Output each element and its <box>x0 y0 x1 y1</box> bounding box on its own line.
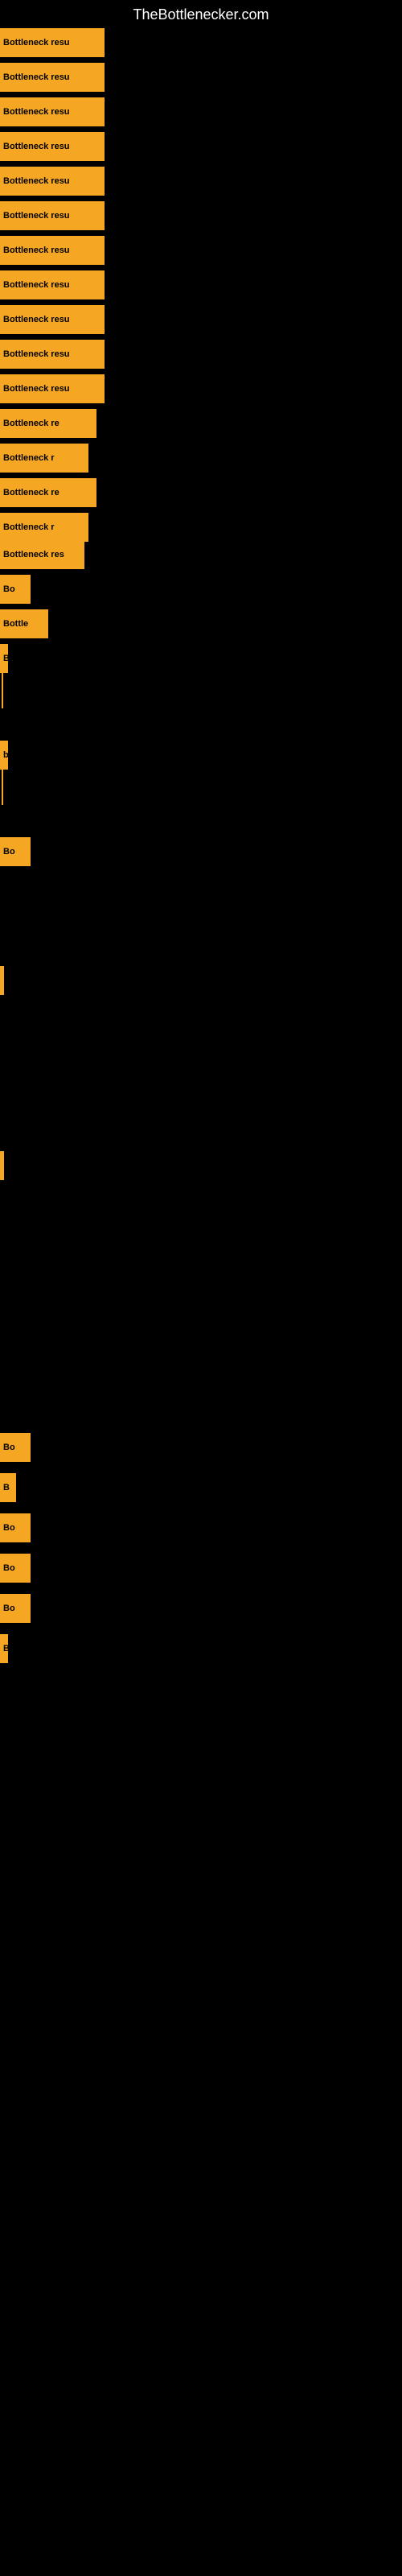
bottleneck-label: Bottleneck res <box>3 550 64 559</box>
bottleneck-label: Bottleneck re <box>3 488 59 497</box>
bottleneck-bar: Bottle <box>0 609 48 638</box>
bottleneck-label: Bottleneck resu <box>3 72 70 82</box>
bottleneck-label: Bottleneck resu <box>3 384 70 394</box>
bottleneck-label: Bo <box>3 1443 15 1452</box>
bottleneck-label: Bo <box>3 1563 15 1573</box>
bottleneck-bar: Bottleneck resu <box>0 340 105 369</box>
bottleneck-label: Bottleneck r <box>3 522 55 532</box>
bottleneck-label: Bottleneck resu <box>3 142 70 151</box>
bottleneck-bar: Bottleneck resu <box>0 305 105 334</box>
vertical-line <box>2 966 3 990</box>
bottleneck-label: b <box>3 750 8 760</box>
bottleneck-bar: Bo <box>0 1554 31 1583</box>
bottleneck-bar: Bottleneck r <box>0 513 88 542</box>
bottleneck-bar: Bottleneck r <box>0 444 88 473</box>
bottleneck-label: B <box>3 1644 8 1653</box>
bottleneck-bar: Bo <box>0 837 31 866</box>
bottleneck-label: Bottleneck resu <box>3 349 70 359</box>
bottleneck-label: Bottleneck resu <box>3 38 70 47</box>
vertical-line <box>2 741 3 805</box>
bottleneck-bar: B <box>0 1473 16 1502</box>
bottleneck-bar: Bottleneck resu <box>0 270 105 299</box>
bottleneck-label: Bottleneck r <box>3 453 55 463</box>
bottleneck-label: B <box>3 1483 10 1492</box>
vertical-line <box>2 1151 3 1175</box>
bottleneck-label: Bottleneck resu <box>3 315 70 324</box>
bottleneck-label: Bo <box>3 1523 15 1533</box>
bottleneck-bar: Bottleneck resu <box>0 374 105 403</box>
bottleneck-bar: Bottleneck resu <box>0 28 105 57</box>
bottleneck-label: Bottleneck resu <box>3 280 70 290</box>
vertical-line <box>2 644 3 708</box>
site-title: TheBottlenecker.com <box>0 0 402 30</box>
bottleneck-bar: Bo <box>0 575 31 604</box>
bottleneck-bar: Bo <box>0 1513 31 1542</box>
bottleneck-bar: Bottleneck resu <box>0 132 105 161</box>
bottleneck-label: Bo <box>3 847 15 857</box>
bottleneck-bar: Bottleneck resu <box>0 201 105 230</box>
bottleneck-label: Bo <box>3 1604 15 1613</box>
bottleneck-label: Bottleneck resu <box>3 176 70 186</box>
bottleneck-label: Bo <box>3 584 15 594</box>
bottleneck-label: Bottleneck resu <box>3 107 70 117</box>
bottleneck-bar: Bo <box>0 1594 31 1623</box>
bottleneck-bar: Bottleneck re <box>0 478 96 507</box>
bottleneck-bar: Bottleneck resu <box>0 167 105 196</box>
bottleneck-label: Bottleneck resu <box>3 246 70 255</box>
bottleneck-bar: Bottleneck resu <box>0 97 105 126</box>
bottleneck-bar: Bottleneck re <box>0 409 96 438</box>
bottleneck-bar: Bottleneck resu <box>0 236 105 265</box>
bottleneck-bar: Bo <box>0 1433 31 1462</box>
bottleneck-bar: Bottleneck resu <box>0 63 105 92</box>
bottleneck-bar: Bottleneck res <box>0 540 84 569</box>
bottleneck-label: Bottleneck resu <box>3 211 70 221</box>
bottleneck-label: B <box>3 654 8 663</box>
bottleneck-bar: B <box>0 1634 8 1663</box>
bottleneck-label: Bottle <box>3 619 28 629</box>
bottleneck-label: Bottleneck re <box>3 419 59 428</box>
